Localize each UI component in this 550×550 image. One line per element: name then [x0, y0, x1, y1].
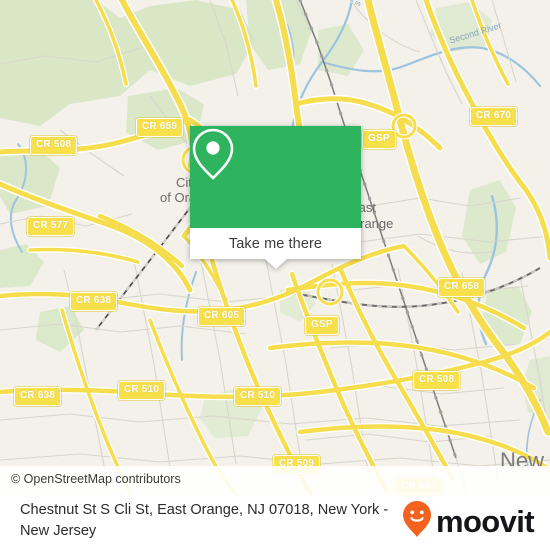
popup-action-row[interactable]: Take me there — [190, 228, 361, 259]
moovit-wordmark: moovit — [435, 503, 535, 539]
route-shield-cr-508-se[interactable]: CR 508 — [413, 371, 461, 390]
osm-attribution-bar: © OpenStreetMap contributors — [0, 466, 550, 492]
route-shield-cr-638-south[interactable]: CR 638 — [14, 387, 62, 406]
route-shield-cr-510-west[interactable]: CR 510 — [118, 381, 166, 400]
route-shield-cr-510-east[interactable]: CR 510 — [234, 387, 282, 406]
route-shield-cr-658[interactable]: CR 658 — [438, 278, 486, 297]
popup-tail — [264, 259, 287, 269]
route-shield-cr-508-nw[interactable]: CR 508 — [30, 136, 78, 155]
popup-header — [190, 126, 361, 228]
map-screenshot: s Brook Second River City of Orange East… — [0, 0, 550, 550]
osm-attribution-text[interactable]: © OpenStreetMap contributors — [0, 472, 181, 486]
moovit-smiley-pin-icon — [402, 500, 432, 543]
bottom-info-bar: Chestnut St S Cli St, East Orange, NJ 07… — [0, 492, 550, 550]
route-shield-cr-577[interactable]: CR 577 — [27, 217, 75, 236]
location-popup[interactable]: Take me there — [190, 126, 361, 269]
route-shield-cr-605[interactable]: CR 605 — [198, 307, 246, 326]
route-shield-cr-670[interactable]: CR 670 — [470, 107, 518, 126]
route-shield-gsp-north[interactable]: GSP — [362, 130, 396, 149]
location-title: Chestnut St S Cli St, East Orange, NJ 07… — [20, 502, 389, 539]
moovit-brand[interactable]: moovit — [402, 500, 550, 543]
take-me-there-button[interactable]: Take me there — [229, 236, 322, 252]
route-shield-cr-638-north[interactable]: CR 638 — [70, 292, 118, 311]
route-shield-gsp-south[interactable]: GSP — [305, 316, 339, 335]
map-canvas[interactable]: s Brook Second River City of Orange East… — [0, 0, 550, 497]
route-shield-cr-659[interactable]: CR 659 — [136, 118, 184, 137]
